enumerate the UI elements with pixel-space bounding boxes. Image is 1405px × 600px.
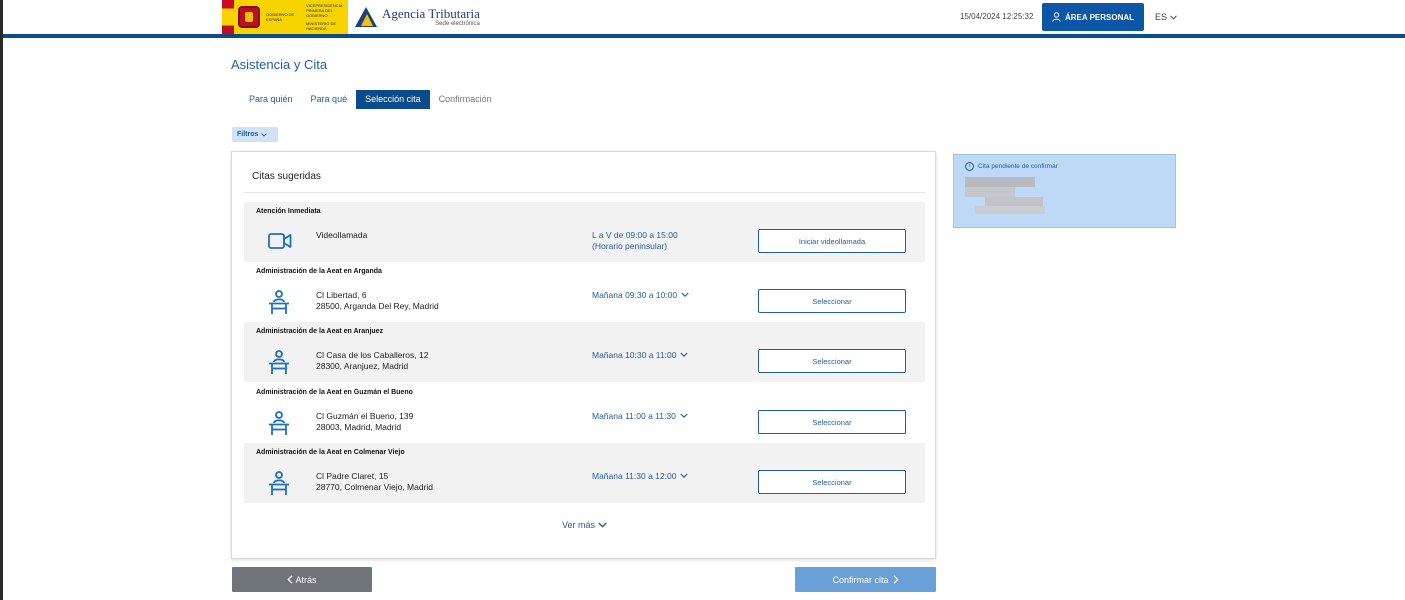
office-name: Administración de la Aeat en Arganda [256, 268, 382, 275]
gov-text-group: VICEPRESIDENCIA PRIMERA DEL GOBIERNO MIN… [302, 3, 348, 31]
slot-line-1: L a V de 09:00 a 15:00 [592, 230, 678, 240]
office-address: Videollamada [316, 230, 367, 241]
aeat-emblem-icon [353, 5, 379, 29]
office-row-aranjuez: Administración de la Aeat en Aranjuez Cl… [244, 322, 925, 382]
filters-label: Filtros [237, 131, 259, 138]
step-confirmacion: Confirmación [438, 94, 492, 104]
office-slot: L a V de 09:00 a 15:00 (Horario peninsul… [592, 230, 678, 252]
chevron-down-icon [681, 292, 689, 298]
office-name: Atención Inmediata [256, 208, 321, 215]
step-para-que[interactable]: Para qué [302, 90, 357, 109]
coat-of-arms-icon [238, 6, 260, 28]
session-datetime: 15/04/2024 12:25:32 [960, 12, 1034, 21]
vicepresidency-label: VICEPRESIDENCIA PRIMERA DEL GOBIERNO [306, 3, 343, 18]
chevron-down-icon [261, 132, 268, 137]
office-row-colmenar-viejo: Administración de la Aeat en Colmenar Vi… [244, 443, 925, 503]
header-accent-bar [3, 34, 1405, 38]
pending-appointment-panel: i Cita pendiente de confirmar [953, 154, 1176, 228]
address-line-2: 28500, Arganda Del Rey, Madrid [316, 301, 439, 311]
card-title: Citas sugeridas [252, 171, 321, 182]
slot-line-2: (Horario peninsular) [592, 241, 668, 251]
government-logo[interactable]: GOBIERNO DE ESPAÑA VICEPRESIDENCIA PRIME… [222, 0, 348, 34]
office-row-videollamada: Atención Inmediata Videollamada L a V de… [244, 202, 925, 262]
select-button[interactable]: Seleccionar [758, 349, 906, 373]
language-selector[interactable]: ES [1155, 12, 1177, 22]
office-name: Administración de la Aeat en Guzmán el B… [256, 389, 413, 396]
slot-dropdown[interactable]: Mañana 09:30 a 10:00 [592, 290, 689, 301]
chevron-left-icon [287, 575, 293, 584]
slot-time: Mañana 10:30 a 11:00 [592, 350, 677, 360]
confirm-appointment-button[interactable]: Confirmar cita [795, 567, 936, 592]
step-seleccion-cita[interactable]: Selección cita [356, 90, 430, 109]
address-line-2: 28770, Colmenar Viejo, Madrid [316, 482, 434, 492]
agencia-tributaria-logo[interactable]: Agencia Tributaria Sede electrónica [353, 5, 480, 29]
chevron-down-icon [680, 413, 688, 419]
address-line-1: Cl Padre Claret, 15 [316, 471, 389, 481]
filters-toggle[interactable]: Filtros [232, 127, 278, 142]
start-videocall-button[interactable]: Iniciar videollamada [758, 229, 906, 253]
ver-mas-link[interactable]: Ver más [562, 520, 607, 530]
confirm-label: Confirmar cita [832, 574, 889, 585]
chevron-down-icon [1170, 14, 1177, 20]
info-icon: i [965, 162, 974, 171]
select-button[interactable]: Seleccionar [758, 289, 906, 313]
spain-flag-icon [222, 0, 234, 34]
chevron-down-icon [680, 473, 689, 479]
site-header [3, 0, 1405, 34]
office-desk-icon [269, 471, 289, 495]
chevron-down-icon [598, 522, 607, 528]
office-address: Cl Casa de los Caballeros, 12 28300, Ara… [316, 350, 428, 372]
chevron-down-icon [680, 352, 689, 358]
office-address: Cl Guzmán el Bueno, 139 28003, Madrid, M… [316, 411, 413, 433]
address-line-2: 28003, Madrid, Madrid [316, 422, 402, 432]
slot-dropdown[interactable]: Mañana 11:00 a 11:30 [592, 411, 688, 422]
window-frame-edge [0, 0, 3, 600]
area-personal-button[interactable]: ÁREA PERSONAL [1042, 3, 1144, 31]
slot-time: Mañana 11:30 a 12:00 [592, 471, 677, 481]
office-row-arganda: Administración de la Aeat en Arganda Cl … [244, 262, 925, 322]
brand-name: Agencia Tributaria [382, 5, 480, 21]
ver-mas-label: Ver más [562, 520, 596, 530]
address-line-1: Cl Libertad, 6 [316, 290, 367, 300]
office-address: Cl Padre Claret, 15 28770, Colmenar Viej… [316, 471, 433, 493]
address-line-2: 28300, Aranjuez, Madrid [316, 361, 409, 371]
slot-dropdown[interactable]: Mañana 11:30 a 12:00 [592, 471, 689, 482]
office-desk-icon [269, 411, 289, 435]
office-desk-icon [269, 290, 289, 314]
chevron-right-icon [893, 575, 899, 584]
redacted-content [965, 177, 1045, 215]
slot-time: Mañana 09:30 a 10:00 [592, 290, 678, 300]
back-button[interactable]: Atrás [232, 567, 372, 592]
brand-subtitle: Sede electrónica [435, 20, 480, 27]
area-personal-label: ÁREA PERSONAL [1064, 12, 1135, 22]
address-line-1: Cl Guzmán el Bueno, 139 [316, 411, 414, 421]
slot-dropdown[interactable]: Mañana 10:30 a 11:00 [592, 350, 689, 361]
office-name: Administración de la Aeat en Colmenar Vi… [256, 449, 405, 456]
ministry-label: MINISTERIO DE HACIENDA [306, 21, 337, 31]
select-button[interactable]: Seleccionar [758, 470, 906, 494]
office-row-guzman-el-bueno: Administración de la Aeat en Guzmán el B… [244, 383, 925, 443]
address-line-1: Cl Casa de los Caballeros, 12 [316, 350, 429, 360]
select-button[interactable]: Seleccionar [758, 410, 906, 434]
address-line-1: Videollamada [316, 230, 368, 240]
step-para-quien[interactable]: Para quién [240, 90, 302, 109]
government-label: GOBIERNO DE ESPAÑA [266, 12, 295, 22]
office-desk-icon [269, 350, 289, 374]
slot-time: Mañana 11:00 a 11:30 [592, 411, 676, 421]
user-icon [1052, 12, 1061, 22]
video-camera-icon [268, 233, 292, 249]
language-code: ES [1155, 12, 1168, 22]
pending-title-row: i Cita pendiente de confirmar [965, 162, 1058, 171]
back-label: Atrás [295, 574, 317, 585]
suggested-appointments-card: Citas sugeridas Atención Inmediata Video… [231, 151, 936, 559]
divider [244, 192, 925, 193]
wizard-steps: Para quién Para qué Selección cita Confi… [240, 90, 501, 109]
office-name: Administración de la Aeat en Aranjuez [256, 328, 384, 335]
office-address: Cl Libertad, 6 28500, Arganda Del Rey, M… [316, 290, 439, 312]
page-title: Asistencia y Cita [231, 57, 328, 72]
pending-title: Cita pendiente de confirmar [978, 163, 1058, 170]
